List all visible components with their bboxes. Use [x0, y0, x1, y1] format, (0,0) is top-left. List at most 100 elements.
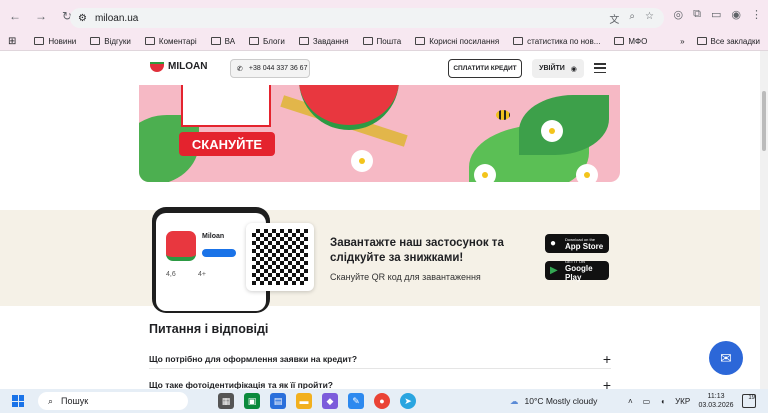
- screenshot-icon[interactable]: ◎: [674, 8, 684, 21]
- folder-icon: [614, 37, 625, 45]
- apps-grid-icon[interactable]: ⊞: [8, 36, 16, 47]
- phone-button[interactable]: ✆ +38 044 337 36 67: [230, 59, 310, 78]
- chat-widget-icon[interactable]: ✉: [709, 341, 743, 375]
- clock[interactable]: 11:13 03.03.2026: [696, 392, 736, 410]
- url-text: miloan.ua: [94, 12, 139, 24]
- browser-toolbar: ← → ↻ ⚙ miloan.ua 文 ⌕ ☆ ◎ ⧉ ▭ ◉ ⋮: [0, 0, 768, 32]
- promo-banner[interactable]: СКАНУЙТЕ: [139, 85, 620, 182]
- faq-title: Питання і відповіді: [149, 322, 269, 336]
- bookmark-item[interactable]: Завдання: [298, 37, 349, 46]
- volume-icon[interactable]: ◖: [660, 397, 665, 406]
- bookmark-item[interactable]: статистика по нов...: [513, 37, 600, 46]
- zoom-icon[interactable]: ⌕: [629, 11, 635, 26]
- app-download-section: Miloan 4,6 4+ Завантажте наш застосунок …: [0, 207, 760, 313]
- bookmarks-bar: ⊞ Новини Відгуки Коментарі ВА Блоги Завд…: [0, 32, 768, 51]
- bookmark-item[interactable]: ВА: [210, 37, 235, 46]
- weather-widget[interactable]: ☁ 10°C Mostly cloudy: [510, 389, 597, 413]
- bookmark-item[interactable]: МФО: [614, 37, 647, 46]
- app-promo-title: Завантажте наш застосунок та слідкуйте з…: [330, 237, 504, 264]
- bookmark-item[interactable]: Відгуки: [90, 37, 131, 46]
- back-icon[interactable]: ←: [4, 5, 26, 27]
- app-store-button[interactable]: ● Download on the App Store: [545, 234, 609, 253]
- folder-icon: [90, 37, 101, 45]
- bookmark-item[interactable]: Пошта: [362, 37, 401, 46]
- bookmark-item[interactable]: Новини: [34, 37, 76, 46]
- scan-label: СКАНУЙТЕ: [179, 132, 275, 156]
- site-info-icon[interactable]: ⚙: [78, 13, 87, 24]
- forward-icon[interactable]: →: [30, 5, 52, 27]
- app-qr-code: [246, 223, 314, 291]
- telegram-icon[interactable]: ➤: [400, 393, 416, 409]
- folder-icon: [696, 37, 707, 45]
- google-play-button[interactable]: ▶ GET IT ON Google Play: [545, 259, 609, 282]
- menu-icon[interactable]: ⋮: [751, 8, 762, 21]
- taskbar-search[interactable]: ⌕ Пошук: [38, 392, 188, 410]
- phone-icon: ✆: [237, 65, 243, 73]
- bee-icon: [496, 110, 510, 120]
- plus-icon: +: [602, 350, 611, 367]
- windows-start-icon[interactable]: [12, 395, 24, 407]
- folder-icon: [415, 37, 426, 45]
- web-page: MILOAN ✆ +38 044 337 36 67 СПЛАТИТИ КРЕД…: [0, 51, 760, 389]
- system-tray: ˄ ▭ ◖ УКР: [628, 389, 690, 413]
- folder-icon: [513, 37, 524, 45]
- page-scrollbar[interactable]: [760, 51, 768, 389]
- app-name: Miloan: [202, 233, 225, 240]
- folder-icon: [249, 37, 260, 45]
- taskbar-apps: ▦ ▣ ▤ ▬ ◆ ✎ ● ➤: [218, 393, 416, 409]
- faq-item[interactable]: Що таке фотоідентифікація та як її пройт…: [149, 375, 611, 390]
- play-icon: ▶: [550, 265, 558, 276]
- bookmark-item[interactable]: Корисні посилання: [415, 37, 499, 46]
- flower-icon: [544, 123, 560, 139]
- hamburger-menu-icon[interactable]: [594, 63, 606, 73]
- address-bar[interactable]: ⚙ miloan.ua 文 ⌕ ☆: [70, 8, 664, 28]
- folder-icon: [298, 37, 309, 45]
- faq-item[interactable]: Що потрібно для оформлення заявки на кре…: [149, 349, 611, 369]
- user-icon: ◉: [570, 65, 577, 73]
- bookmark-star-icon[interactable]: ☆: [645, 11, 654, 26]
- profile-icon[interactable]: ◉: [731, 8, 741, 21]
- bookmark-item[interactable]: Блоги: [249, 37, 285, 46]
- bookmark-item[interactable]: Коментарі: [144, 37, 197, 46]
- plus-icon: +: [602, 376, 611, 390]
- calculator-icon[interactable]: ▤: [270, 393, 286, 409]
- watermelon-character: [299, 85, 399, 130]
- network-icon[interactable]: ▭: [643, 397, 651, 406]
- pay-credit-button[interactable]: СПЛАТИТИ КРЕДИТ: [448, 59, 522, 78]
- app-age: 4+: [198, 271, 206, 278]
- folder-icon: [144, 37, 155, 45]
- login-button[interactable]: УВІЙТИ ◉: [532, 59, 584, 78]
- folder-icon: [362, 37, 373, 45]
- translate-icon[interactable]: 文: [609, 11, 619, 26]
- qr-code: [181, 85, 271, 127]
- notification-icon[interactable]: 19: [742, 394, 756, 408]
- chevron-up-icon[interactable]: ˄: [628, 397, 633, 406]
- folder-icon: [34, 37, 45, 45]
- app-icon: [166, 231, 196, 261]
- all-bookmarks[interactable]: Все закладки: [696, 37, 760, 46]
- language-indicator[interactable]: УКР: [675, 397, 690, 406]
- cloud-icon: ☁: [510, 395, 519, 406]
- app-promo-subtitle: Скануйте QR код для завантаження: [330, 272, 481, 282]
- store-icon[interactable]: ▣: [244, 393, 260, 409]
- search-icon: ⌕: [48, 395, 54, 406]
- folder-icon: [210, 37, 221, 45]
- sidebar-icon[interactable]: ▭: [711, 8, 721, 21]
- watermelon-logo-icon: [150, 61, 164, 72]
- app-rating: 4,6: [166, 271, 176, 278]
- windows-taskbar: ⌕ Пошук ▦ ▣ ▤ ▬ ◆ ✎ ● ➤ ☁ 10°C Mostly cl…: [0, 389, 768, 413]
- site-header: MILOAN ✆ +38 044 337 36 67 СПЛАТИТИ КРЕД…: [0, 51, 760, 85]
- file-explorer-icon[interactable]: ▬: [296, 393, 312, 409]
- flower-icon: [354, 153, 370, 169]
- flower-icon: [477, 167, 493, 182]
- extensions-icon[interactable]: ⧉: [693, 8, 701, 21]
- apple-icon: ●: [550, 238, 557, 249]
- notes-icon[interactable]: ✎: [348, 393, 364, 409]
- chrome-icon[interactable]: ●: [374, 393, 390, 409]
- flower-icon: [579, 167, 595, 182]
- nav-buttons: ← → ↻: [0, 5, 78, 27]
- site-logo[interactable]: MILOAN: [150, 61, 207, 72]
- copilot-icon[interactable]: ◆: [322, 393, 338, 409]
- task-view-icon[interactable]: ▦: [218, 393, 234, 409]
- more-bookmarks-icon[interactable]: »: [680, 37, 684, 46]
